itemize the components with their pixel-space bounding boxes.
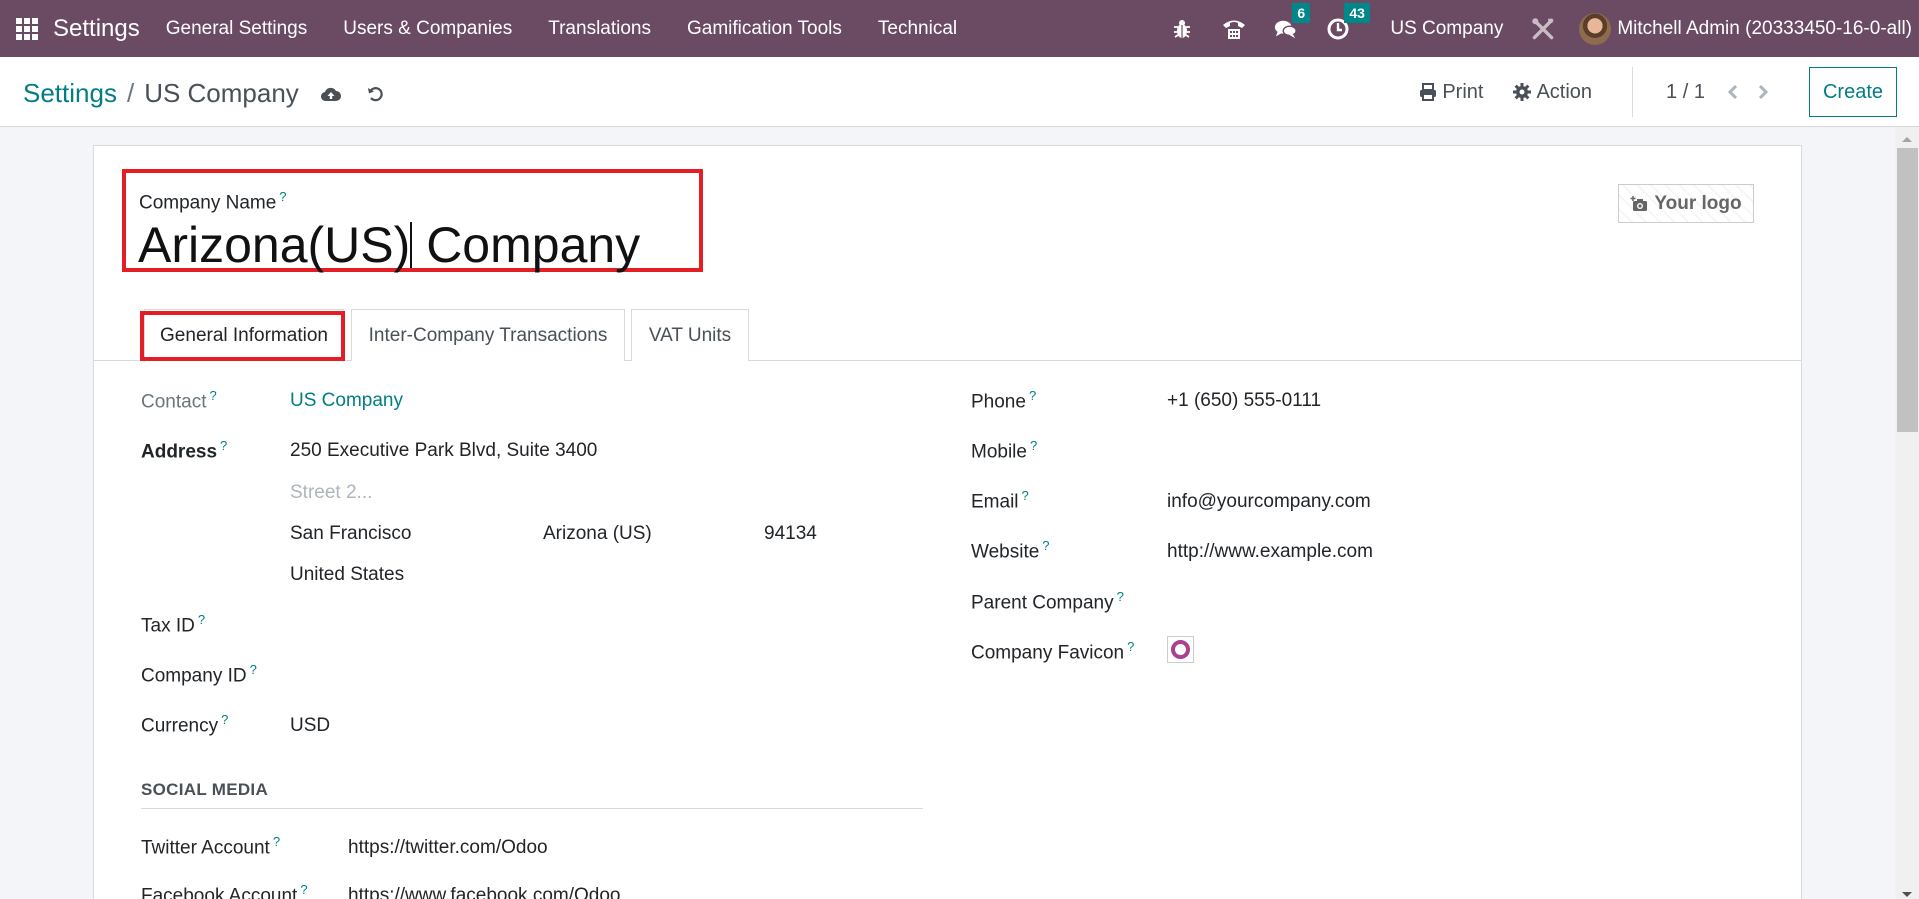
control-panel: Settings / US Company Print Action 1 / 1… bbox=[0, 57, 1919, 127]
help-tooltip-icon[interactable]: ? bbox=[1029, 388, 1036, 403]
tab-vat-units[interactable]: VAT Units bbox=[631, 309, 749, 361]
tax-id-input[interactable] bbox=[290, 612, 840, 638]
tools-wrench-icon[interactable] bbox=[1531, 17, 1555, 41]
app-name[interactable]: Settings bbox=[53, 15, 140, 43]
company-name-label: Company Name? bbox=[139, 189, 287, 214]
email-input[interactable]: info@yourcompany.com bbox=[1167, 491, 1371, 513]
phone-input[interactable]: +1 (650) 555-0111 bbox=[1167, 390, 1321, 412]
tab-inter-company-transactions[interactable]: Inter-Company Transactions bbox=[351, 309, 625, 361]
help-tooltip-icon[interactable]: ? bbox=[198, 612, 205, 627]
help-tooltip-icon[interactable]: ? bbox=[273, 834, 280, 849]
activities-clock-icon[interactable]: 43 bbox=[1326, 2, 1370, 41]
form-sheet: Company Name? Arizona(US) Company Your l… bbox=[93, 145, 1802, 899]
currency-label: Currency? bbox=[141, 712, 229, 737]
help-tooltip-icon[interactable]: ? bbox=[1127, 639, 1134, 654]
city-input[interactable]: San Francisco bbox=[290, 523, 411, 545]
user-avatar[interactable] bbox=[1579, 12, 1612, 45]
breadcrumb-settings-link[interactable]: Settings bbox=[23, 78, 117, 109]
social-media-section-title: SOCIAL MEDIA bbox=[141, 780, 923, 809]
create-button[interactable]: Create bbox=[1808, 67, 1897, 117]
twitter-account-input[interactable]: https://twitter.com/Odoo bbox=[348, 837, 548, 859]
twitter-account-label: Twitter Account? bbox=[141, 834, 281, 859]
help-tooltip-icon[interactable]: ? bbox=[221, 712, 228, 727]
help-tooltip-icon[interactable]: ? bbox=[1042, 538, 1049, 553]
phone-voip-icon[interactable] bbox=[1222, 17, 1246, 41]
tab-general-information[interactable]: General Information bbox=[144, 309, 344, 362]
facebook-account-input[interactable]: https://www.facebook.com/Odoo bbox=[348, 885, 620, 899]
contact-label: Contact? bbox=[141, 388, 217, 413]
currency-select[interactable]: USD bbox=[290, 715, 330, 737]
user-menu[interactable]: Mitchell Admin (20333450-16-0-all) bbox=[1617, 18, 1912, 40]
breadcrumb: Settings / US Company bbox=[23, 78, 383, 109]
company-id-label: Company ID? bbox=[141, 662, 257, 687]
menu-users-companies[interactable]: Users & Companies bbox=[343, 18, 512, 40]
parent-company-label: Parent Company? bbox=[971, 589, 1124, 614]
top-navbar: Settings General Settings Users & Compan… bbox=[0, 0, 1919, 57]
save-cloud-icon[interactable] bbox=[320, 86, 341, 102]
contact-link[interactable]: US Company bbox=[290, 390, 403, 412]
help-tooltip-icon[interactable]: ? bbox=[1117, 589, 1124, 604]
pager-value[interactable]: 1 / 1 bbox=[1666, 81, 1705, 104]
menu-general-settings[interactable]: General Settings bbox=[166, 18, 308, 40]
breadcrumb-current: US Company bbox=[144, 78, 299, 108]
help-tooltip-icon[interactable]: ? bbox=[209, 388, 216, 403]
scroll-up-arrow-icon[interactable] bbox=[1902, 137, 1912, 142]
street-input[interactable]: 250 Executive Park Blvd, Suite 3400 bbox=[290, 440, 597, 462]
action-button[interactable]: Action bbox=[1513, 81, 1592, 104]
help-tooltip-icon[interactable]: ? bbox=[300, 882, 307, 897]
menu-gamification-tools[interactable]: Gamification Tools bbox=[687, 18, 842, 40]
website-input[interactable]: http://www.example.com bbox=[1167, 541, 1373, 563]
control-panel-divider bbox=[1632, 67, 1634, 117]
mobile-input[interactable] bbox=[1167, 438, 1767, 464]
company-id-input[interactable] bbox=[290, 662, 840, 688]
scrollbar-thumb[interactable] bbox=[1897, 148, 1918, 432]
country-select[interactable]: United States bbox=[290, 564, 404, 586]
upload-logo-button[interactable]: Your logo bbox=[1618, 184, 1754, 223]
help-tooltip-icon[interactable]: ? bbox=[220, 438, 227, 453]
messages-count-badge: 6 bbox=[1292, 2, 1311, 23]
discard-undo-icon[interactable] bbox=[367, 86, 383, 102]
parent-company-select[interactable] bbox=[1167, 589, 1767, 615]
scroll-down-arrow-icon[interactable] bbox=[1902, 892, 1912, 897]
phone-label: Phone? bbox=[971, 388, 1037, 413]
tax-id-label: Tax ID? bbox=[141, 612, 206, 637]
vertical-scrollbar[interactable] bbox=[1895, 127, 1919, 899]
breadcrumb-separator: / bbox=[126, 78, 135, 108]
messages-chat-icon[interactable]: 6 bbox=[1274, 2, 1311, 41]
company-name-input[interactable]: Arizona(US) Company bbox=[138, 217, 640, 273]
company-name-highlight: Company Name? Arizona(US) Company bbox=[122, 169, 703, 273]
debug-bug-icon[interactable] bbox=[1170, 17, 1194, 41]
menu-technical[interactable]: Technical bbox=[878, 18, 957, 40]
activities-count-badge: 43 bbox=[1344, 2, 1370, 23]
mobile-label: Mobile? bbox=[971, 438, 1038, 463]
state-select[interactable]: Arizona (US) bbox=[543, 523, 652, 545]
facebook-account-label: Facebook Account? bbox=[141, 882, 308, 899]
street2-input[interactable]: Street 2... bbox=[290, 482, 372, 504]
help-tooltip-icon[interactable]: ? bbox=[1022, 488, 1029, 503]
company-favicon-label: Company Favicon? bbox=[971, 639, 1135, 664]
form-tabs: General Information Inter-Company Transa… bbox=[94, 309, 1801, 362]
printer-icon bbox=[1420, 83, 1437, 101]
menu-translations[interactable]: Translations bbox=[548, 18, 651, 40]
company-switcher[interactable]: US Company bbox=[1390, 18, 1503, 40]
email-label: Email? bbox=[971, 488, 1029, 513]
apps-menu-icon[interactable] bbox=[16, 17, 38, 40]
your-logo-label: Your logo bbox=[1654, 192, 1742, 214]
zip-input[interactable]: 94134 bbox=[764, 523, 817, 545]
action-label: Action bbox=[1536, 80, 1593, 103]
website-label: Website? bbox=[971, 538, 1050, 563]
company-favicon-image[interactable] bbox=[1167, 636, 1194, 663]
help-tooltip-icon[interactable]: ? bbox=[279, 189, 286, 204]
help-tooltip-icon[interactable]: ? bbox=[250, 662, 257, 677]
print-button[interactable]: Print bbox=[1419, 81, 1483, 104]
address-label: Address? bbox=[141, 438, 228, 463]
gear-icon bbox=[1513, 83, 1532, 101]
print-label: Print bbox=[1442, 80, 1484, 103]
favicon-ring-icon bbox=[1171, 640, 1190, 659]
pager-previous-icon[interactable] bbox=[1727, 84, 1739, 100]
help-tooltip-icon[interactable]: ? bbox=[1030, 438, 1037, 453]
camera-plus-icon bbox=[1630, 195, 1648, 211]
pager-next-icon[interactable] bbox=[1757, 84, 1769, 100]
